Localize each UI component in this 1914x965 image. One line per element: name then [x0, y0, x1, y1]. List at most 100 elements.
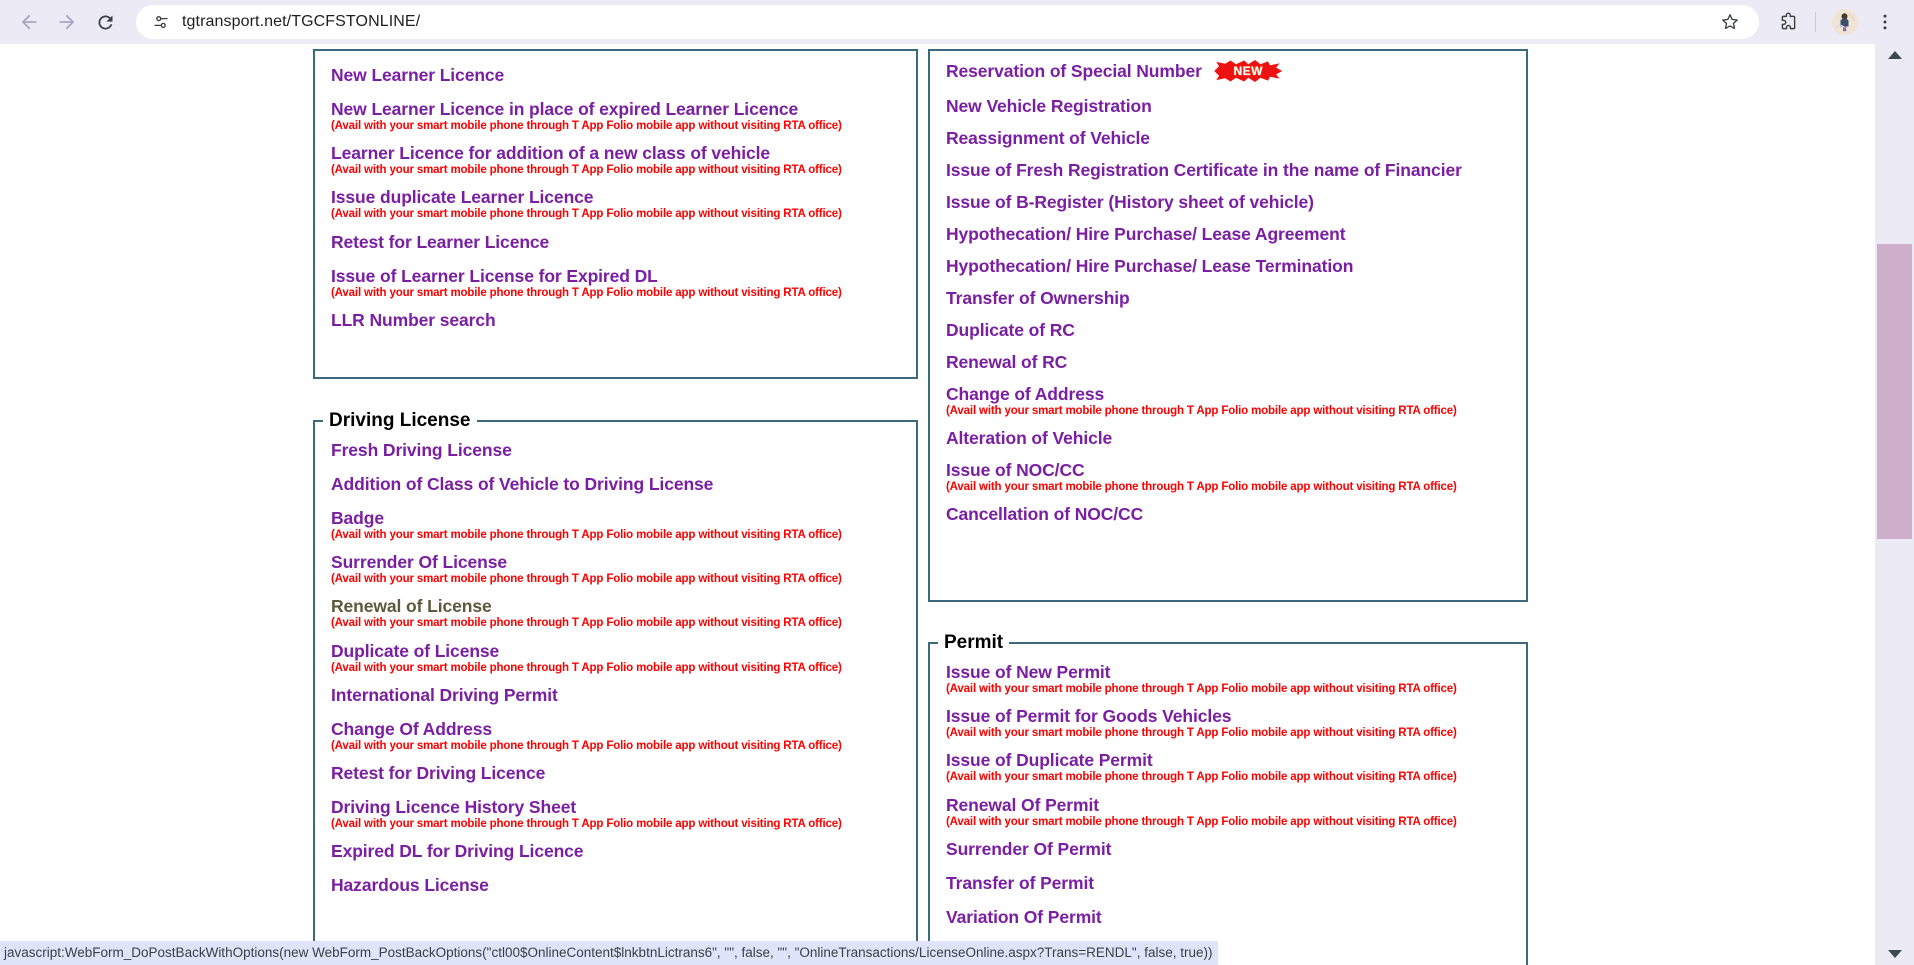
toolbar-divider: [1815, 12, 1816, 32]
link-hazardous-license[interactable]: Hazardous License: [331, 875, 489, 895]
list-item: Issue of Duplicate Permit (Avail with yo…: [930, 750, 1526, 784]
link-driving-licence-history-sheet[interactable]: Driving Licence History Sheet: [331, 797, 576, 817]
link-renewal-of-license[interactable]: Renewal of License: [331, 596, 492, 616]
list-item: Expired DL for Driving Licence: [315, 841, 916, 862]
item-note: (Avail with your smart mobile phone thro…: [331, 739, 842, 752]
link-fresh-driving-license[interactable]: Fresh Driving License: [331, 440, 512, 460]
section-vehicle-registration: Reservation of Special Number NEW New Ve…: [928, 49, 1528, 602]
puzzle-piece-icon: [1781, 11, 1795, 29]
address-bar[interactable]: tgtransport.net/TGCFSTONLINE/: [136, 5, 1759, 39]
list-item: Duplicate of License (Avail with your sm…: [315, 641, 916, 675]
link-transfer-of-permit[interactable]: Transfer of Permit: [946, 873, 1094, 893]
item-note: (Avail with your smart mobile phone thro…: [946, 771, 1457, 784]
link-fresh-rc-financier[interactable]: Issue of Fresh Registration Certificate …: [946, 160, 1462, 180]
list-item: International Driving Permit: [315, 685, 916, 706]
section-learner-licence: New Learner Licence New Learner Licence …: [313, 49, 918, 379]
list-item: Transfer of Ownership: [930, 288, 1526, 309]
link-surrender-of-permit[interactable]: Surrender Of Permit: [946, 839, 1111, 859]
link-alteration-of-vehicle[interactable]: Alteration of Vehicle: [946, 428, 1112, 448]
list-item: Learner Licence for addition of a new cl…: [315, 143, 916, 177]
list-item: Retest for Learner Licence: [315, 232, 916, 253]
link-learner-license-expired-dl[interactable]: Issue of Learner License for Expired DL: [331, 266, 658, 286]
link-hypothecation-agreement[interactable]: Hypothecation/ Hire Purchase/ Lease Agre…: [946, 224, 1346, 244]
link-issue-of-new-permit[interactable]: Issue of New Permit: [946, 662, 1111, 682]
online-services-content: New Learner Licence New Learner Licence …: [0, 44, 1875, 965]
item-note: (Avail with your smart mobile phone thro…: [946, 727, 1457, 740]
section-permit: Permit Issue of New Permit (Avail with y…: [928, 632, 1528, 965]
link-hypothecation-termination[interactable]: Hypothecation/ Hire Purchase/ Lease Term…: [946, 256, 1353, 276]
list-item: Reassignment of Vehicle: [930, 128, 1526, 149]
link-renewal-of-rc[interactable]: Renewal of RC: [946, 352, 1067, 372]
link-issue-b-register[interactable]: Issue of B-Register (History sheet of ve…: [946, 192, 1314, 212]
link-transfer-of-ownership[interactable]: Transfer of Ownership: [946, 288, 1130, 308]
link-new-learner-licence-expired[interactable]: New Learner Licence in place of expired …: [331, 99, 798, 119]
extensions-button[interactable]: [1769, 3, 1807, 41]
link-international-driving-permit[interactable]: International Driving Permit: [331, 685, 558, 705]
link-issue-duplicate-permit[interactable]: Issue of Duplicate Permit: [946, 750, 1153, 770]
link-status-bar: javascript:WebForm_DoPostBackWithOptions…: [0, 941, 1219, 965]
profile-button[interactable]: [1826, 3, 1864, 41]
list-item: Issue of B-Register (History sheet of ve…: [930, 192, 1526, 213]
vertical-scrollbar[interactable]: [1875, 44, 1914, 965]
list-item: Issue of NOC/CC (Avail with your smart m…: [930, 460, 1526, 494]
item-note: (Avail with your smart mobile phone thro…: [946, 683, 1457, 695]
scrollbar-up-arrow[interactable]: [1875, 44, 1914, 66]
item-note: (Avail with your smart mobile phone thro…: [331, 529, 842, 541]
list-item: New Learner Licence: [315, 65, 916, 86]
link-issue-duplicate-learner-licence[interactable]: Issue duplicate Learner Licence: [331, 187, 594, 207]
site-info-icon[interactable]: [150, 11, 172, 33]
avatar: [1832, 9, 1858, 35]
link-addition-class-vehicle-dl[interactable]: Addition of Class of Vehicle to Driving …: [331, 474, 713, 494]
list-item: Alteration of Vehicle: [930, 428, 1526, 449]
link-llr-number-search[interactable]: LLR Number search: [331, 310, 496, 330]
bookmark-star-icon[interactable]: [1715, 7, 1745, 37]
link-badge[interactable]: Badge: [331, 508, 384, 528]
chrome-menu-button[interactable]: [1866, 3, 1904, 41]
link-retest-driving-licence[interactable]: Retest for Driving Licence: [331, 763, 545, 783]
link-learner-licence-add-class[interactable]: Learner Licence for addition of a new cl…: [331, 143, 770, 163]
scrollbar-thumb[interactable]: [1877, 244, 1912, 539]
link-permit-goods-vehicles[interactable]: Issue of Permit for Goods Vehicles: [946, 706, 1232, 726]
three-dot-menu-icon: [1883, 14, 1887, 30]
link-duplicate-of-rc[interactable]: Duplicate of RC: [946, 320, 1075, 340]
link-expired-dl-for-driving-licence[interactable]: Expired DL for Driving Licence: [331, 841, 584, 861]
item-note: (Avail with your smart mobile phone thro…: [331, 617, 842, 630]
list-item: Issue of Learner License for Expired DL …: [315, 266, 916, 300]
forward-button[interactable]: [48, 3, 86, 41]
list-item: Issue of Fresh Registration Certificate …: [930, 160, 1526, 181]
reload-icon: [97, 14, 112, 29]
link-duplicate-of-license[interactable]: Duplicate of License: [331, 641, 499, 661]
back-arrow-icon: [21, 14, 37, 30]
item-note: (Avail with your smart mobile phone thro…: [946, 815, 1457, 828]
link-renewal-of-permit[interactable]: Renewal Of Permit: [946, 795, 1099, 815]
link-variation-of-permit[interactable]: Variation Of Permit: [946, 907, 1102, 927]
item-note: (Avail with your smart mobile phone thro…: [946, 481, 1457, 494]
reload-button[interactable]: [86, 3, 124, 41]
section-legend-permit: Permit: [944, 632, 1004, 653]
link-reservation-of-special-number[interactable]: Reservation of Special Number: [946, 61, 1202, 81]
list-item: Issue duplicate Learner Licence (Avail w…: [315, 187, 916, 221]
item-note: (Avail with your smart mobile phone thro…: [331, 661, 842, 674]
forward-arrow-icon: [59, 14, 75, 30]
link-retest-learner-licence[interactable]: Retest for Learner Licence: [331, 232, 549, 252]
link-new-learner-licence[interactable]: New Learner Licence: [331, 65, 504, 85]
new-badge-icon: NEW: [1214, 59, 1283, 83]
link-change-of-address-rc[interactable]: Change of Address: [946, 384, 1104, 404]
new-badge-label: NEW: [1233, 64, 1263, 78]
link-change-of-address-dl[interactable]: Change Of Address: [331, 719, 492, 739]
scrollbar-down-arrow[interactable]: [1875, 943, 1914, 965]
link-issue-of-noc-cc[interactable]: Issue of NOC/CC: [946, 460, 1085, 480]
link-reassignment-of-vehicle[interactable]: Reassignment of Vehicle: [946, 128, 1150, 148]
list-item: Hypothecation/ Hire Purchase/ Lease Term…: [930, 256, 1526, 277]
link-cancellation-of-noc-cc[interactable]: Cancellation of NOC/CC: [946, 504, 1143, 524]
list-item: Change of Address (Avail with your smart…: [930, 384, 1526, 418]
list-item: Renewal of License (Avail with your smar…: [315, 596, 916, 630]
link-new-vehicle-registration[interactable]: New Vehicle Registration: [946, 96, 1152, 116]
item-note: (Avail with your smart mobile phone thro…: [331, 286, 842, 299]
list-item: Hazardous License: [315, 875, 916, 896]
item-note: (Avail with your smart mobile phone thro…: [331, 120, 842, 132]
url-text: tgtransport.net/TGCFSTONLINE/: [182, 13, 421, 30]
back-button[interactable]: [10, 3, 48, 41]
link-surrender-of-license[interactable]: Surrender Of License: [331, 552, 507, 572]
section-legend-driving-license: Driving License: [329, 410, 471, 431]
